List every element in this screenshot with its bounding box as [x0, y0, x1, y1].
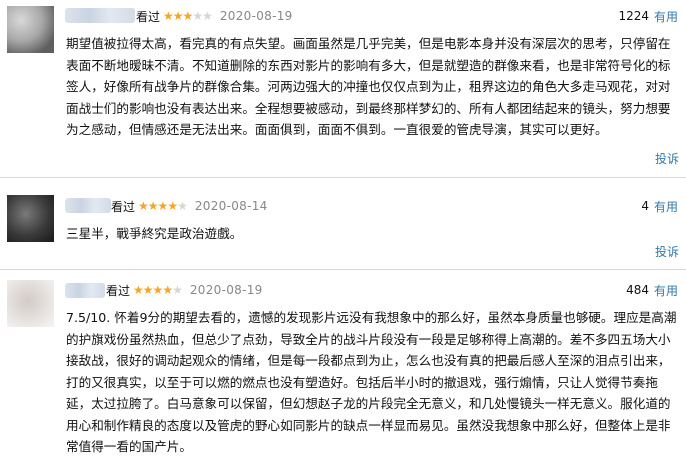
useful-count: 1224	[618, 9, 649, 23]
review-card: 看过 ★ ★ ★ ★ ★ 2020-08-14 4 有用 三星半，戰爭終究是政治遊戲。 …	[0, 178, 686, 270]
star-icon: ★	[157, 199, 169, 213]
useful-button[interactable]: 有用	[654, 198, 678, 215]
watch-status: 看过	[136, 9, 161, 24]
rating-stars: ★ ★ ★ ★ ★	[133, 283, 183, 297]
review-date: 2020-08-19	[219, 9, 293, 23]
watch-status: 看过	[106, 283, 131, 298]
star-icon: ★	[202, 9, 213, 23]
review-date: 2020-08-14	[194, 199, 268, 213]
review-date: 2020-08-19	[189, 283, 263, 297]
avatar[interactable]	[7, 280, 54, 327]
vote-area: 4 有用	[641, 197, 678, 215]
review-content: 7.5/10. 怀着9分的期望去看的，遗憾的发现影片远没有我想象中的那么好，虽然…	[66, 310, 677, 454]
useful-count: 484	[626, 283, 649, 297]
star-icon: ★	[147, 199, 159, 213]
username[interactable]	[65, 283, 105, 298]
vote-area: 1224 有用	[618, 7, 678, 25]
review-card: 看过 ★ ★ ★ ★ ★ 2020-08-19 1224 有用 期望值被拉得太高，看完真…	[0, 0, 686, 178]
star-icon: ★	[138, 199, 149, 213]
star-icon: ★	[172, 9, 184, 23]
star-icon: ★	[163, 9, 174, 23]
rating-stars: ★ ★ ★ ★ ★	[163, 9, 213, 23]
star-icon: ★	[162, 283, 173, 297]
username[interactable]	[65, 198, 111, 213]
useful-button[interactable]: 有用	[654, 282, 678, 299]
rating-stars: ★ ★ ★ ★ ★	[138, 199, 188, 213]
avatar[interactable]	[7, 195, 54, 242]
star-icon: ★	[192, 9, 203, 23]
review-content: 三星半，戰爭終究是政治遊戲。	[66, 226, 243, 241]
star-icon: ★	[167, 199, 178, 213]
watch-status: 看过	[111, 199, 136, 214]
report-link[interactable]: 投诉	[655, 150, 679, 167]
star-icon: ★	[152, 283, 164, 297]
useful-count: 4	[641, 199, 649, 213]
blurred-avatar-image	[7, 280, 54, 327]
rating-meta: 看过 ★ ★ ★ ★ ★ 2020-08-14	[111, 197, 268, 215]
blurred-avatar-image	[7, 6, 54, 53]
rating-meta: 看过 ★ ★ ★ ★ ★ 2020-08-19	[106, 281, 263, 299]
blurred-avatar-image	[7, 195, 54, 242]
star-icon: ★	[172, 283, 183, 297]
review-content: 期望值被拉得太高，看完真的有点失望。画面虽然是几乎完美，但是电影本身并没有深层次…	[66, 36, 671, 137]
rating-meta: 看过 ★ ★ ★ ★ ★ 2020-08-19	[136, 7, 293, 25]
vote-area: 484 有用	[626, 281, 678, 299]
star-icon: ★	[182, 9, 194, 23]
star-icon: ★	[142, 283, 154, 297]
star-icon: ★	[133, 283, 144, 297]
report-link[interactable]: 投诉	[655, 243, 679, 260]
username[interactable]	[65, 8, 135, 23]
star-icon: ★	[177, 199, 188, 213]
useful-button[interactable]: 有用	[654, 8, 678, 25]
avatar[interactable]	[7, 6, 54, 53]
review-card: 看过 ★ ★ ★ ★ ★ 2020-08-19 484 有用 7.5/10. 怀着9分的…	[0, 270, 686, 454]
